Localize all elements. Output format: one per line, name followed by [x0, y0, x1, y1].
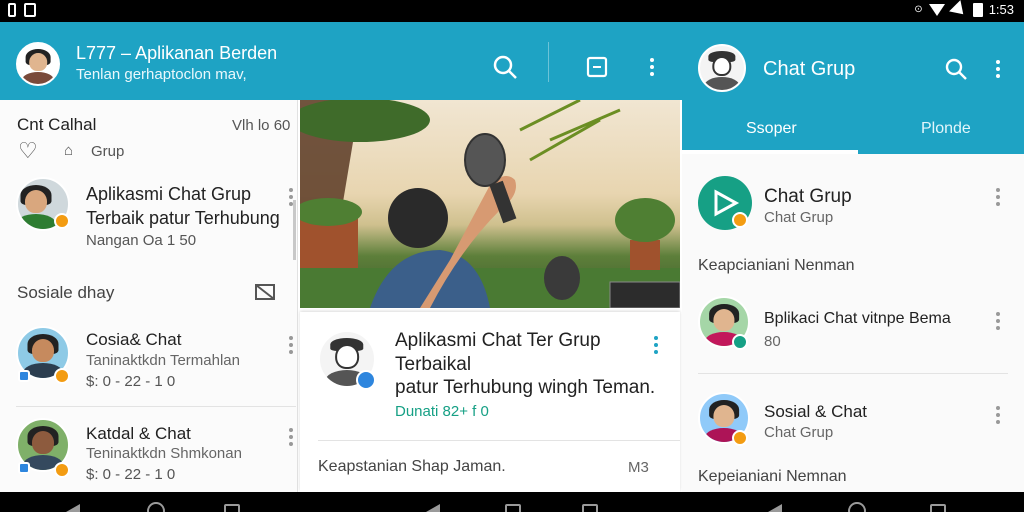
more-options-icon[interactable] [996, 406, 1000, 424]
profile-avatar[interactable] [16, 42, 60, 86]
tag-icon: ⌂ [64, 142, 74, 159]
post-photo[interactable] [300, 100, 680, 308]
more-options-icon[interactable] [996, 60, 1000, 78]
compose-icon[interactable] [586, 56, 608, 82]
more-options-icon[interactable] [654, 336, 658, 354]
verified-badge [18, 462, 30, 474]
post-footer-meta: M3 [628, 459, 649, 476]
recents-icon[interactable] [505, 504, 521, 512]
back-icon[interactable] [426, 504, 440, 512]
list-header-meta: Vlh lo 60 [232, 117, 291, 134]
list-item-subtitle: Teninaktkdn Shmkonan [86, 445, 242, 462]
list-item-subtitle: 80 [764, 333, 781, 350]
list-item-title: Katdal & Chat [86, 424, 191, 443]
more-options-icon[interactable] [996, 312, 1000, 330]
status-badge [54, 213, 70, 229]
app-subtitle: Tenlan gerhaptoclon mav, [76, 66, 247, 83]
status-badge [54, 368, 70, 384]
more-options-icon[interactable] [996, 188, 1000, 206]
list-item-meta: $: 0 - 22 - 1 0 [86, 373, 176, 390]
feed-panel: Aplikasmi Chat Ter Grup Terbaikal patur … [300, 100, 680, 492]
wifi-icon [928, 3, 945, 16]
post-stats: Dunati 82+ f 0 [395, 403, 489, 420]
status-badge [54, 462, 70, 478]
post-title-line2: Terbaikal [395, 354, 472, 375]
recents-icon[interactable] [224, 504, 240, 512]
search-icon[interactable] [944, 57, 968, 85]
post-title: Aplikasmi Chat Ter Grup [395, 330, 601, 351]
status-badge [732, 430, 748, 446]
group-title: Chat Grup [763, 58, 856, 80]
list-item-meta: $: 0 - 22 - 1 0 [86, 466, 176, 483]
list-item-meta: Nangan Oa 1 50 [86, 232, 197, 249]
heart-icon[interactable]: ♡ [18, 138, 38, 164]
more-options-icon[interactable] [289, 336, 293, 354]
list-item-title: Sosial & Chat [764, 402, 867, 421]
search-icon[interactable] [492, 54, 518, 84]
battery-icon [972, 2, 983, 17]
status-bar: ⊙ 1:53 [0, 0, 1024, 22]
app-title: L777 – Aplikanan Berden [76, 43, 278, 63]
group-avatar[interactable] [698, 44, 746, 92]
image-notification-icon [24, 3, 36, 17]
list-item-title: Chat Grup [764, 186, 852, 207]
status-badge [732, 212, 748, 228]
list-item-subtitle: Chat Grup [764, 209, 834, 226]
more-options-icon[interactable] [289, 428, 293, 446]
list-item-title: Aplikasmi Chat Grup [86, 184, 252, 204]
post-title-line3: patur Terhubung wingh Teman. [395, 377, 656, 398]
tab-ssoper[interactable]: Ssoper [746, 120, 797, 138]
tab-plonde[interactable]: Plonde [921, 120, 971, 138]
notification-icon [8, 3, 16, 17]
post-card[interactable]: Aplikasmi Chat Ter Grup Terbaikal patur … [300, 312, 680, 492]
chat-list-panel: Cnt Calhal Vlh lo 60 ♡ ⌂ Grup Aplikasmi … [0, 100, 298, 492]
status-time: 1:53 [988, 2, 1014, 17]
list-item-subtitle: Taninaktkdn Termahlan [86, 352, 240, 369]
group-label[interactable]: Grup [91, 143, 124, 160]
recents-icon[interactable] [930, 504, 946, 512]
verified-badge [356, 370, 376, 390]
back-icon[interactable] [66, 504, 80, 512]
status-badge [732, 334, 748, 350]
list-item-subtitle: Chat Grup [764, 424, 834, 441]
cast-icon[interactable] [254, 282, 276, 307]
more-options-icon[interactable] [650, 58, 654, 76]
section-label: Keapcianiani Nenman [698, 257, 855, 274]
back-icon[interactable] [768, 504, 782, 512]
signal-icon [948, 0, 969, 20]
verified-badge [18, 370, 30, 382]
recents-icon[interactable] [582, 504, 598, 512]
group-list-panel: Chat Grup Chat Grup Keapcianiani Nenman … [682, 154, 1024, 492]
section-label: Sosiale dhay [17, 283, 115, 302]
main-app-bar: L777 – Aplikanan Berden Tenlan gerhaptoc… [0, 22, 682, 100]
scrollbar[interactable] [293, 200, 296, 260]
list-item-title: Bplikaci Chat vitnpe Bema [764, 310, 951, 327]
list-header-label: Cnt Calhal [17, 115, 97, 134]
location-icon: ⊙ [914, 4, 923, 15]
post-footer-text[interactable]: Keapstanian Shap Jaman. [318, 458, 506, 476]
list-item-title: Cosia& Chat [86, 330, 182, 349]
group-app-bar: Chat Grup Ssoper Plonde [682, 22, 1024, 154]
list-item-subtitle: Terbaik patur Terhubung [86, 208, 280, 228]
section-label: Kepeianiani Nemnan [698, 468, 847, 485]
